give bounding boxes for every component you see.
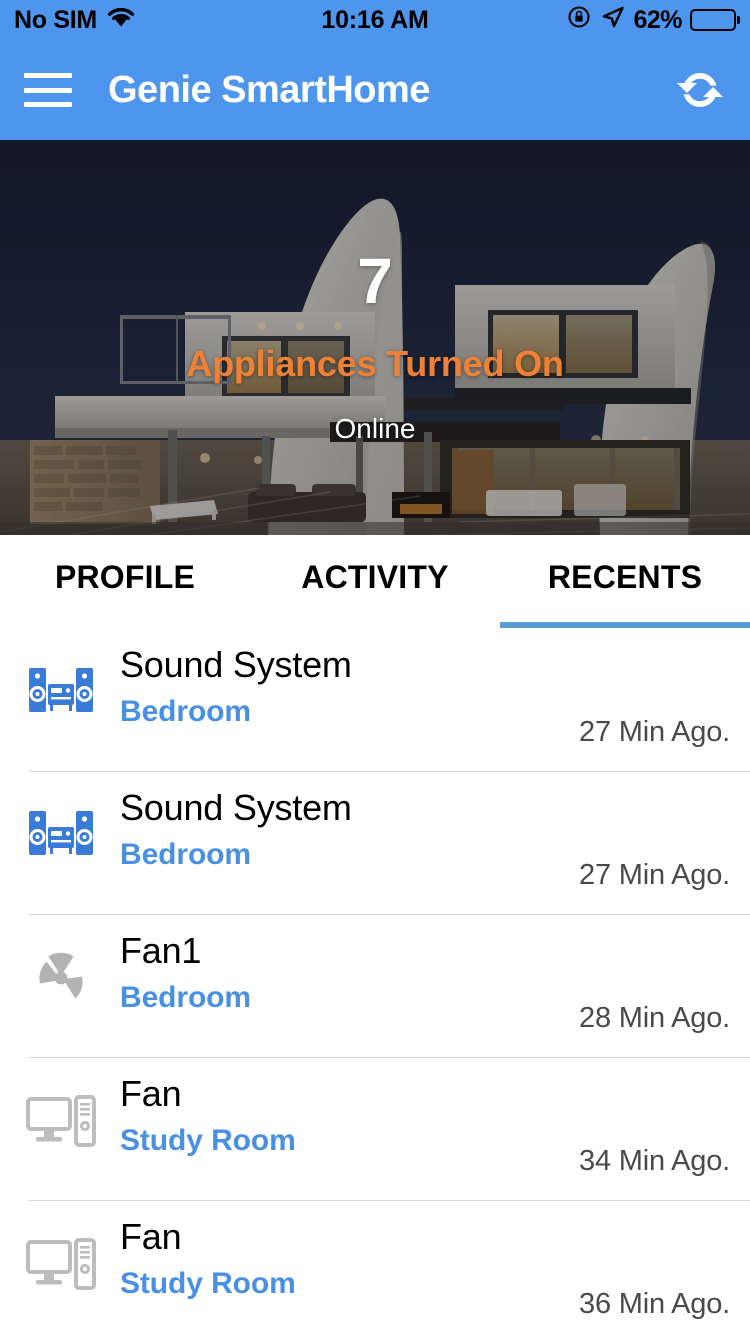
tab-recents[interactable]: RECENTS: [500, 535, 750, 628]
tab-activity-label: ACTIVITY: [301, 559, 449, 595]
device-room: Bedroom: [120, 695, 251, 729]
table-row[interactable]: Fan Study Room 36 Min Ago.: [0, 1200, 750, 1343]
tab-activity[interactable]: ACTIVITY: [250, 535, 500, 628]
device-room: Study Room: [120, 1267, 296, 1301]
tab-profile[interactable]: PROFILE: [0, 535, 250, 628]
device-timestamp: 27 Min Ago.: [579, 716, 730, 748]
rotation-lock-icon: [567, 4, 593, 37]
desktop-computer-icon: [22, 1200, 100, 1343]
device-name: Fan1: [120, 930, 202, 971]
app-title: Genie SmartHome: [108, 68, 430, 111]
device-timestamp: 28 Min Ago.: [579, 1002, 730, 1034]
table-row[interactable]: Sound System Bedroom 27 Min Ago.: [0, 771, 750, 914]
tab-profile-label: PROFILE: [54, 559, 196, 595]
device-name: Fan: [120, 1073, 182, 1114]
status-bar-center: 10:16 AM: [321, 6, 428, 35]
row-main: Fan Study Room: [100, 1200, 579, 1301]
tab-bar: PROFILE ACTIVITY RECENTS: [0, 535, 750, 628]
row-main: Fan Study Room: [100, 1057, 579, 1158]
appliances-on-label: Appliances Turned On: [186, 342, 564, 384]
device-name: Sound System: [120, 644, 352, 685]
device-room: Bedroom: [120, 981, 251, 1015]
device-room: Bedroom: [120, 838, 251, 872]
status-bar: No SIM 10:16 AM 62%: [0, 0, 750, 40]
battery-percent-label: 62%: [633, 5, 682, 34]
carrier-label: No SIM: [14, 5, 97, 34]
device-timestamp: 34 Min Ago.: [579, 1145, 730, 1177]
sound-system-icon: [22, 628, 100, 771]
row-main: Fan1 Bedroom: [100, 914, 579, 1015]
appliances-on-count: 7: [357, 244, 393, 317]
device-timestamp: 36 Min Ago.: [579, 1288, 730, 1320]
sound-system-icon: [22, 771, 100, 914]
status-bar-left: No SIM: [14, 6, 321, 35]
battery-icon: [690, 9, 736, 31]
device-room: Study Room: [120, 1124, 296, 1158]
device-name: Fan: [120, 1216, 182, 1257]
status-bar-right: 62%: [429, 4, 736, 37]
hero-content: 7 Appliances Turned On Online: [0, 140, 750, 535]
hamburger-menu-icon[interactable]: [24, 73, 72, 107]
table-row[interactable]: Fan Study Room 34 Min Ago.: [0, 1057, 750, 1200]
tab-recents-label: RECENTS: [547, 559, 703, 595]
table-row[interactable]: Fan1 Bedroom 28 Min Ago.: [0, 914, 750, 1057]
table-row[interactable]: Sound System Bedroom 27 Min Ago.: [0, 628, 750, 771]
row-main: Sound System Bedroom: [100, 771, 579, 872]
wifi-icon: [106, 6, 136, 35]
refresh-icon[interactable]: [674, 64, 726, 116]
app-bar: Genie SmartHome: [0, 40, 750, 140]
connection-status-label: Online: [334, 412, 416, 444]
row-main: Sound System Bedroom: [100, 628, 579, 729]
hero-banner: 7 Appliances Turned On Online: [0, 140, 750, 535]
fan-blades-icon: [22, 914, 100, 1057]
recents-list: Sound System Bedroom 27 Min Ago. Sound S…: [0, 628, 750, 1343]
desktop-computer-icon: [22, 1057, 100, 1200]
device-timestamp: 27 Min Ago.: [579, 859, 730, 891]
location-arrow-icon: [601, 5, 625, 36]
device-name: Sound System: [120, 787, 352, 828]
clock-label: 10:16 AM: [321, 5, 429, 34]
